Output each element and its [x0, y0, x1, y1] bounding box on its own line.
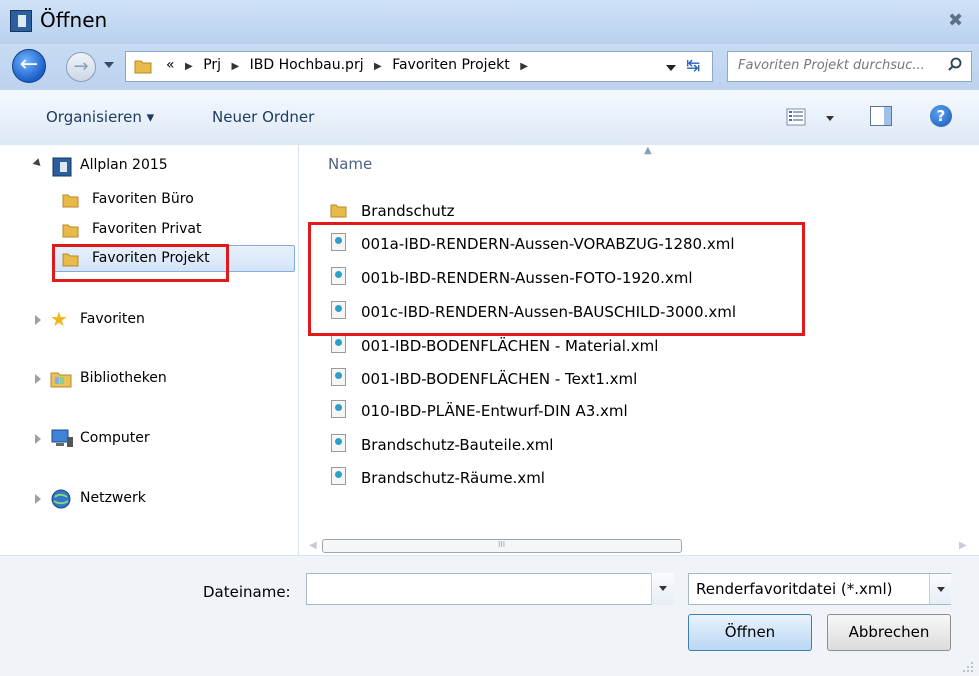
expand-icon[interactable] — [35, 434, 41, 444]
folder-icon — [62, 224, 79, 238]
nav-item-allplan[interactable]: Allplan 2015 — [0, 153, 290, 179]
close-icon[interactable]: ✖ — [948, 10, 963, 31]
app-icon — [10, 10, 32, 32]
expand-icon[interactable] — [35, 494, 41, 504]
column-header-name[interactable]: Name — [328, 155, 372, 173]
nav-label: Favoriten Privat — [92, 221, 202, 237]
folder-icon — [62, 194, 79, 208]
collapse-icon[interactable] — [32, 158, 44, 169]
search-placeholder: Favoriten Projekt durchsuc... — [738, 58, 925, 73]
address-row: ← → « ▶ Prj ▶ IBD Hochbau.prj ▶ Favorite… — [0, 44, 979, 90]
back-button[interactable]: ← — [12, 49, 46, 83]
nav-label: Allplan 2015 — [80, 157, 168, 173]
nav-label: Netzwerk — [80, 490, 146, 506]
nav-label: Favoriten — [80, 311, 145, 327]
nav-item-netzwerk[interactable]: Netzwerk — [0, 486, 290, 512]
scrollbar-grip: III — [498, 540, 506, 549]
filename-dropdown-button[interactable] — [651, 573, 674, 605]
file-name: 010-IBD-PLÄNE-Entwurf-DIN A3.xml — [361, 402, 628, 420]
help-icon[interactable]: ? — [930, 105, 952, 127]
chevron-down-icon — [659, 586, 667, 591]
xml-file-icon — [331, 434, 346, 452]
organize-button[interactable]: Organisieren ▾ — [46, 108, 154, 126]
history-dropdown-icon[interactable] — [104, 62, 114, 68]
view-dropdown-icon[interactable] — [826, 116, 834, 121]
search-icon[interactable] — [948, 57, 962, 71]
folder-icon — [134, 60, 152, 74]
xml-file-icon — [331, 467, 346, 485]
filetype-dropdown-button[interactable] — [929, 574, 951, 604]
file-name: Brandschutz — [361, 202, 455, 220]
forward-button[interactable]: → — [66, 52, 96, 82]
breadcrumb-item-prj[interactable]: Prj — [203, 57, 221, 73]
navigation-pane: Allplan 2015 Favoriten Büro Favoriten Pr… — [0, 145, 299, 555]
window-title: Öffnen — [40, 8, 108, 32]
file-name: Brandschutz-Räume.xml — [361, 469, 545, 487]
resize-grip-icon[interactable] — [962, 661, 974, 673]
nav-item-bibliotheken[interactable]: Bibliotheken — [0, 366, 290, 392]
new-folder-button[interactable]: Neuer Ordner — [212, 108, 314, 126]
computer-icon — [51, 429, 73, 447]
nav-label: Computer — [80, 430, 150, 446]
horizontal-scrollbar[interactable]: III — [322, 539, 682, 553]
nav-label: Bibliotheken — [80, 370, 167, 386]
file-name: 001-IBD-BODENFLÄCHEN - Text1.xml — [361, 370, 638, 388]
allplan-icon — [52, 157, 72, 177]
preview-pane-icon[interactable] — [870, 106, 892, 126]
breadcrumb-overflow[interactable]: « — [166, 57, 175, 73]
xml-file-icon — [331, 368, 346, 386]
library-icon — [50, 372, 72, 388]
view-options-icon[interactable] — [786, 108, 806, 126]
expand-icon[interactable] — [35, 374, 41, 384]
filename-label: Dateiname: — [203, 583, 291, 601]
refresh-icon[interactable]: ↹ — [686, 56, 700, 76]
scroll-left-icon[interactable]: ◀ — [309, 540, 317, 551]
open-button[interactable]: Öffnen — [688, 614, 812, 651]
filetype-select[interactable]: Renderfavoritdatei (*.xml) — [688, 573, 951, 605]
breadcrumb-separator-icon[interactable]: ▶ — [185, 61, 193, 72]
nav-item-favoriten[interactable]: ★ Favoriten — [0, 307, 290, 333]
breadcrumb-item-ibd-hochbau[interactable]: IBD Hochbau.prj — [250, 57, 364, 73]
address-bar[interactable]: « ▶ Prj ▶ IBD Hochbau.prj ▶ Favoriten Pr… — [125, 51, 713, 82]
sort-ascending-icon: ▲ — [644, 145, 652, 156]
file-list: ▲ Name Brandschutz 001a-IBD-RENDERN-Auss… — [299, 145, 979, 555]
folder-icon — [330, 204, 347, 218]
nav-item-computer[interactable]: Computer — [0, 426, 290, 452]
chevron-down-icon — [937, 587, 945, 592]
file-name: Brandschutz-Bauteile.xml — [361, 436, 554, 454]
file-name: 001-IBD-BODENFLÄCHEN - Material.xml — [361, 337, 659, 355]
annotation-highlight-box — [52, 244, 229, 282]
cancel-button[interactable]: Abbrechen — [827, 614, 951, 651]
breadcrumb: « ▶ Prj ▶ IBD Hochbau.prj ▶ Favoriten Pr… — [166, 57, 534, 73]
nav-label: Favoriten Büro — [92, 191, 194, 207]
star-icon: ★ — [50, 307, 68, 331]
breadcrumb-separator-icon[interactable]: ▶ — [374, 61, 382, 72]
breadcrumb-separator-icon[interactable]: ▶ — [520, 61, 528, 72]
xml-file-icon — [331, 400, 346, 418]
filename-field[interactable] — [306, 573, 674, 605]
nav-item-favoriten-buero[interactable]: Favoriten Büro — [0, 187, 290, 213]
filetype-value: Renderfavoritdatei (*.xml) — [696, 580, 893, 598]
breadcrumb-separator-icon[interactable]: ▶ — [231, 61, 239, 72]
xml-file-icon — [331, 335, 346, 353]
address-dropdown-icon[interactable] — [666, 65, 676, 71]
scroll-right-icon[interactable]: ▶ — [959, 540, 967, 551]
annotation-highlight-box — [308, 222, 805, 336]
bottom-panel: Dateiname: Renderfavoritdatei (*.xml) Öf… — [0, 555, 979, 676]
network-icon — [51, 489, 71, 509]
nav-item-favoriten-privat[interactable]: Favoriten Privat — [0, 217, 290, 243]
command-bar: Organisieren ▾ Neuer Ordner ? — [0, 90, 979, 146]
breadcrumb-item-favoriten-projekt[interactable]: Favoriten Projekt — [392, 57, 510, 73]
expand-icon[interactable] — [35, 315, 41, 325]
title-bar: Öffnen ✖ — [0, 0, 979, 44]
search-input[interactable]: Favoriten Projekt durchsuc... — [727, 51, 972, 82]
